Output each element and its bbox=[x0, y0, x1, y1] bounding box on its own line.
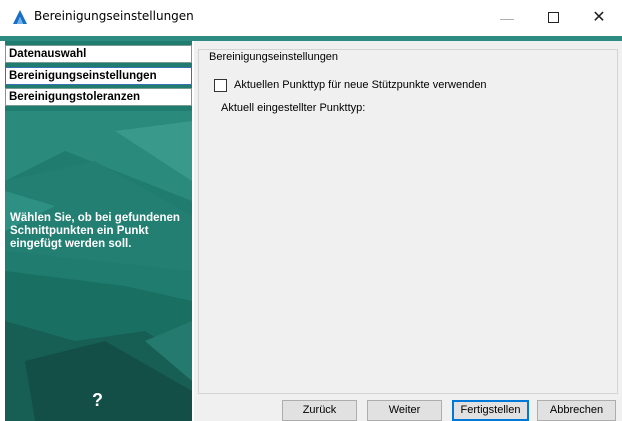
current-point-type-label: Aktuell eingestellter Punkttyp: bbox=[221, 102, 366, 114]
next-button[interactable]: Weiter bbox=[367, 400, 442, 421]
checkbox-label[interactable]: Aktuellen Punkttyp für neue Stützpunkte … bbox=[234, 79, 487, 91]
help-icon[interactable]: ? bbox=[92, 390, 103, 411]
sidebar-item-bereinigungseinstellungen[interactable]: Bereinigungseinstellungen bbox=[5, 67, 192, 85]
sidebar-description: Wählen Sie, ob bei gefundenen Schnittpun… bbox=[10, 212, 180, 250]
main-panel: Bereinigungseinstellungen Aktuellen Punk… bbox=[194, 41, 622, 421]
title-bar: Bereinigungseinstellungen — ✕ bbox=[0, 0, 622, 36]
sidebar-item-bereinigungstoleranzen[interactable]: Bereinigungstoleranzen bbox=[5, 88, 192, 106]
app-icon bbox=[13, 10, 27, 24]
cancel-button[interactable]: Abbrechen bbox=[537, 400, 616, 421]
minimize-button[interactable]: — bbox=[484, 0, 530, 36]
use-current-point-type-checkbox[interactable] bbox=[214, 79, 227, 92]
finish-button[interactable]: Fertigstellen bbox=[452, 400, 529, 421]
back-button[interactable]: Zurück bbox=[282, 400, 357, 421]
maximize-button[interactable] bbox=[530, 0, 576, 36]
settings-group-box: Bereinigungseinstellungen Aktuellen Punk… bbox=[198, 49, 618, 394]
maximize-icon bbox=[547, 12, 559, 24]
window-title: Bereinigungseinstellungen bbox=[34, 9, 194, 23]
sidebar-item-datenauswahl[interactable]: Datenauswahl bbox=[5, 45, 192, 63]
sidebar: Datenauswahl Bereinigungseinstellungen B… bbox=[5, 41, 192, 421]
group-title: Bereinigungseinstellungen bbox=[207, 51, 341, 63]
close-button[interactable]: ✕ bbox=[576, 0, 622, 36]
